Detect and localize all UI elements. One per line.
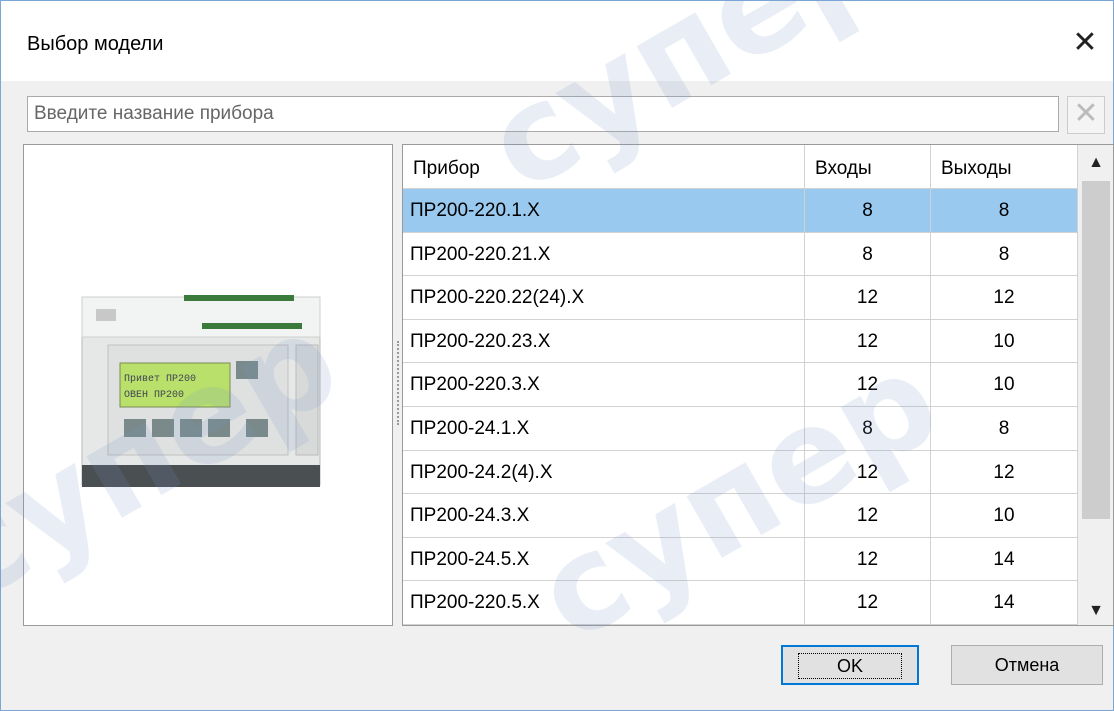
cell-inputs: 8	[805, 232, 931, 276]
table-row[interactable]: ПР200-220.3.X 12 10	[403, 363, 1078, 407]
scrollbar-thumb[interactable]	[1082, 181, 1110, 519]
scroll-down-arrow-icon[interactable]: ▼	[1078, 597, 1113, 625]
model-selection-dialog: Выбор модели ✕ ✕ Привет ПР200 ОВЕН ПР200	[0, 0, 1114, 711]
cell-inputs: 12	[805, 450, 931, 494]
ok-button-label: OK	[797, 653, 902, 679]
cell-outputs: 10	[931, 319, 1078, 363]
cell-outputs: 12	[931, 276, 1078, 319]
cell-device: ПР200-220.23.X	[403, 319, 805, 363]
cell-device: ПР200-220.1.X	[403, 189, 805, 232]
cell-outputs: 14	[931, 537, 1078, 581]
column-header-device[interactable]: Прибор	[403, 145, 805, 189]
lcd-line-1: Привет ПР200	[124, 374, 196, 385]
column-header-inputs[interactable]: Входы	[805, 145, 931, 189]
cell-outputs: 14	[931, 581, 1078, 624]
cell-device: ПР200-24.1.X	[403, 406, 805, 450]
cell-inputs: 8	[805, 406, 931, 450]
cell-inputs: 12	[805, 494, 931, 537]
title-bar: Выбор модели ✕	[1, 1, 1113, 81]
clear-x-icon[interactable]: ✕	[1067, 96, 1105, 134]
cancel-button[interactable]: Отмена	[951, 645, 1103, 685]
cell-inputs: 12	[805, 537, 931, 581]
cell-inputs: 12	[805, 319, 931, 363]
lcd-line-2: ОВЕН ПР200	[124, 390, 184, 401]
table-row[interactable]: ПР200-24.1.X 8 8	[403, 406, 1078, 451]
cell-inputs: 8	[805, 189, 931, 232]
cell-outputs: 8	[931, 406, 1078, 450]
close-icon[interactable]: ✕	[1067, 25, 1103, 61]
scroll-up-arrow-icon[interactable]: ▲	[1078, 149, 1113, 177]
cell-outputs: 10	[931, 363, 1078, 406]
cell-device: ПР200-220.22(24).X	[403, 276, 805, 319]
device-search-input[interactable]	[27, 96, 1059, 132]
table-row[interactable]: ПР200-24.2(4).X 12 12	[403, 450, 1078, 495]
table-row[interactable]: ПР200-220.21.X 8 8	[403, 232, 1078, 277]
table-row[interactable]: ПР200-24.5.X 12 14	[403, 537, 1078, 582]
dialog-title: Выбор модели	[27, 33, 164, 55]
cell-device: ПР200-220.21.X	[403, 232, 805, 276]
vertical-scrollbar[interactable]: ▲ ▼	[1078, 145, 1113, 625]
panel-splitter[interactable]	[397, 341, 401, 425]
table-row[interactable]: ПР200-220.1.X 8 8	[403, 189, 1078, 233]
cell-outputs: 8	[931, 189, 1078, 232]
cell-inputs: 12	[805, 276, 931, 319]
table-row[interactable]: ПР200-220.5.X 12 14	[403, 581, 1078, 625]
device-preview-panel: Привет ПР200 ОВЕН ПР200	[23, 144, 393, 626]
device-pr200-photo: Привет ПР200 ОВЕН ПР200	[81, 295, 321, 487]
cell-inputs: 12	[805, 363, 931, 406]
cell-outputs: 8	[931, 232, 1078, 276]
table-header: Прибор Входы Выходы	[403, 145, 1078, 189]
cell-device: ПР200-24.5.X	[403, 537, 805, 581]
table-body: ПР200-220.1.X 8 8 ПР200-220.21.X 8 8 ПР200-2…	[403, 189, 1078, 625]
table-row[interactable]: ПР200-220.23.X 12 10	[403, 319, 1078, 364]
cell-device: ПР200-24.2(4).X	[403, 450, 805, 494]
column-header-outputs[interactable]: Выходы	[931, 145, 1078, 189]
cell-device: ПР200-220.5.X	[403, 581, 805, 624]
cell-outputs: 10	[931, 494, 1078, 537]
cell-inputs: 12	[805, 581, 931, 624]
cell-device: ПР200-24.3.X	[403, 494, 805, 537]
cell-outputs: 12	[931, 450, 1078, 494]
table-row[interactable]: ПР200-24.3.X 12 10	[403, 494, 1078, 538]
ok-button[interactable]: OK	[781, 645, 919, 685]
cell-device: ПР200-220.3.X	[403, 363, 805, 406]
table-row[interactable]: ПР200-220.22(24).X 12 12	[403, 276, 1078, 320]
device-table: Прибор Входы Выходы ПР200-220.1.X 8 8 ПР20…	[402, 144, 1114, 626]
